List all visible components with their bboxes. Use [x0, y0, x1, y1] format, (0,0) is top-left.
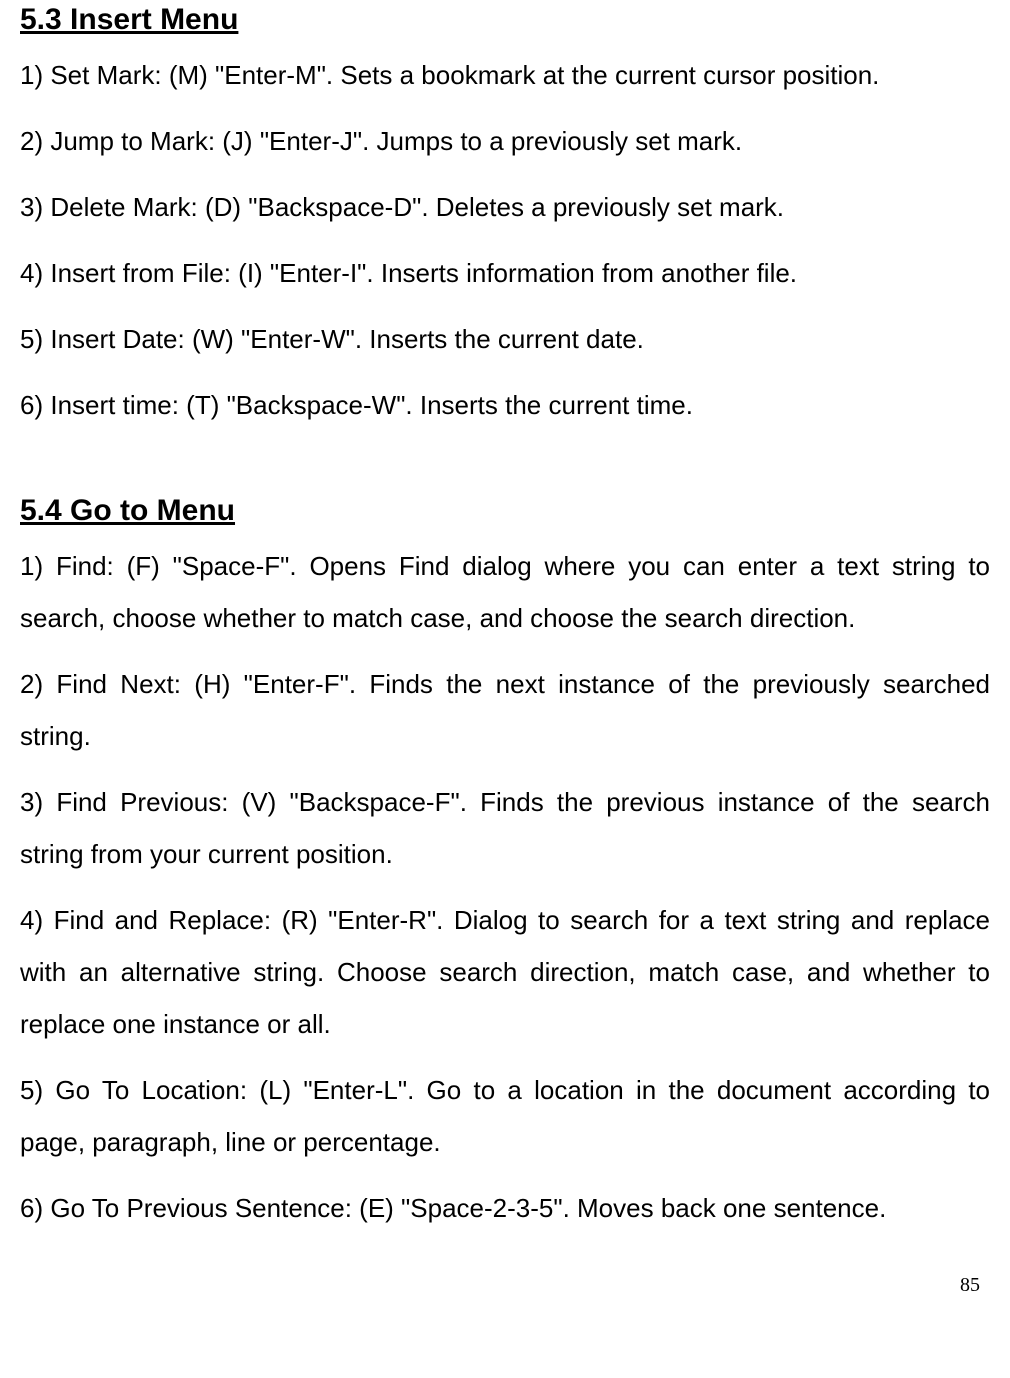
list-item: 5) Go To Location: (L) "Enter-L". Go to …	[20, 1064, 990, 1168]
section-heading-5-3: 5.3 Insert Menu	[20, 0, 990, 39]
list-item: 1) Find: (F) "Space-F". Opens Find dialo…	[20, 540, 990, 644]
list-item: 6) Go To Previous Sentence: (E) "Space-2…	[20, 1182, 990, 1234]
list-item: 1) Set Mark: (M) "Enter-M". Sets a bookm…	[20, 49, 990, 101]
list-item: 3) Delete Mark: (D) "Backspace-D". Delet…	[20, 181, 990, 233]
section-heading-5-4: 5.4 Go to Menu	[20, 491, 990, 530]
list-item: 4) Insert from File: (I) "Enter-I". Inse…	[20, 247, 990, 299]
document-page: 5.3 Insert Menu 1) Set Mark: (M) "Enter-…	[0, 0, 1010, 1317]
page-number: 85	[20, 1274, 990, 1297]
list-item: 6) Insert time: (T) "Backspace-W". Inser…	[20, 379, 990, 431]
list-item: 2) Jump to Mark: (J) "Enter-J". Jumps to…	[20, 115, 990, 167]
list-item: 3) Find Previous: (V) "Backspace-F". Fin…	[20, 776, 990, 880]
list-item: 2) Find Next: (H) "Enter-F". Finds the n…	[20, 658, 990, 762]
list-item: 5) Insert Date: (W) "Enter-W". Inserts t…	[20, 313, 990, 365]
list-item: 4) Find and Replace: (R) "Enter-R". Dial…	[20, 894, 990, 1050]
